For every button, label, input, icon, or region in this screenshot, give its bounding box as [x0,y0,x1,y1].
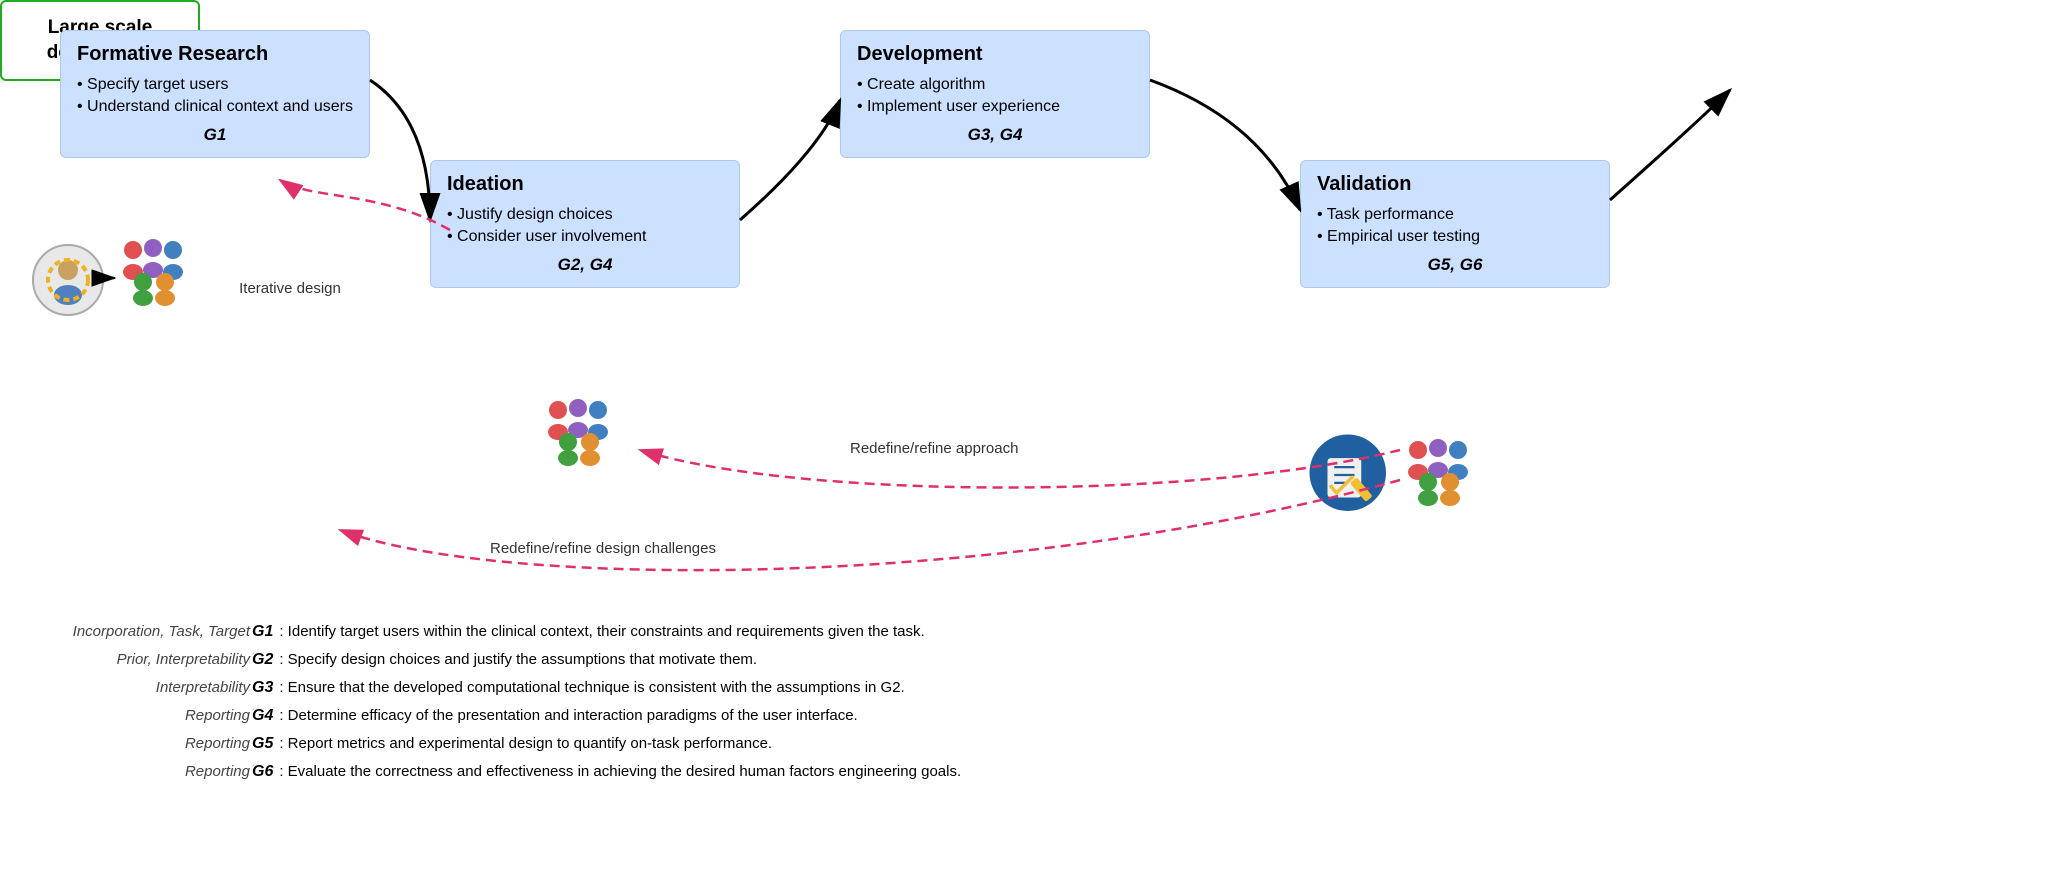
development-box: Development Create algorithm Implement u… [840,30,1150,158]
people-left-icon [115,230,215,320]
legend-description: : Specify design choices and justify the… [279,649,757,672]
checklist-icon [1305,430,1395,510]
legend-prefix: Reporting [30,705,250,728]
iterative-design-label: Iterative design [230,280,350,297]
validation-bullets: Task performance Empirical user testing [1317,204,1593,249]
legend-row: Incorporation, Task, Target G1 : Identify… [30,620,2030,644]
redefine-design-label: Redefine/refine design challenges [490,540,716,557]
development-bullets: Create algorithm Implement user experien… [857,74,1133,119]
legend-description: : Report metrics and experimental design… [279,733,772,756]
legend-prefix: Incorporation, Task, Target [30,621,250,644]
formative-goal: G1 [77,125,353,145]
legend-prefix: Reporting [30,761,250,784]
ideation-bullets: Justify design choices Consider user inv… [447,204,723,249]
legend-goal: G3 [252,676,273,700]
legend-row: Reporting G4 : Determine efficacy of the … [30,704,2030,728]
legend-row: Reporting G5 : Report metrics and experim… [30,732,2030,756]
formative-bullets: Specify target users Understand clinical… [77,74,353,119]
legend-row: Prior, Interpretability G2 : Specify desi… [30,648,2030,672]
formative-title: Formative Research [77,43,353,66]
legend-goal: G2 [252,648,273,672]
legend-description: : Determine efficacy of the presentation… [279,705,857,728]
people-right-icon [1400,430,1500,520]
footer-legend: Incorporation, Task, Target G1 : Identify… [30,620,2030,788]
validation-bullet-1: Task performance [1317,204,1593,226]
validation-title: Validation [1317,173,1593,196]
development-bullet-1: Create algorithm [857,74,1133,96]
validation-goal: G5, G6 [1317,255,1593,275]
legend-row: Interpretability G3 : Ensure that the dev… [30,676,2030,700]
redefine-approach-label: Redefine/refine approach [850,440,1018,457]
development-title: Development [857,43,1133,66]
validation-box: Validation Task performance Empirical us… [1300,160,1610,288]
people-center-icon [540,390,640,480]
legend-prefix: Interpretability [30,677,250,700]
legend-goal: G4 [252,704,273,728]
legend-row: Reporting G6 : Evaluate the correctness a… [30,760,2030,784]
legend-goal: G1 [252,620,273,644]
development-goal: G3, G4 [857,125,1133,145]
validation-bullet-2: Empirical user testing [1317,226,1593,248]
ideation-bullet-2: Consider user involvement [447,226,723,248]
formative-bullet-2: Understand clinical context and users [77,96,353,118]
legend-description: : Identify target users within the clini… [279,621,924,644]
legend-description: : Ensure that the developed computationa… [279,677,904,700]
legend-description: : Evaluate the correctness and effective… [279,761,961,784]
legend-goal: G6 [252,760,273,784]
ideation-bullet-1: Justify design choices [447,204,723,226]
diagram-area: Formative Research Specify target users … [0,0,2066,610]
legend-goal: G5 [252,732,273,756]
ideation-title: Ideation [447,173,723,196]
legend-prefix: Reporting [30,733,250,756]
formative-research-box: Formative Research Specify target users … [60,30,370,158]
gear-researcher-icon [28,240,108,320]
development-bullet-2: Implement user experience [857,96,1133,118]
ideation-goal: G2, G4 [447,255,723,275]
ideation-box: Ideation Justify design choices Consider… [430,160,740,288]
formative-bullet-1: Specify target users [77,74,353,96]
legend-prefix: Prior, Interpretability [30,649,250,672]
